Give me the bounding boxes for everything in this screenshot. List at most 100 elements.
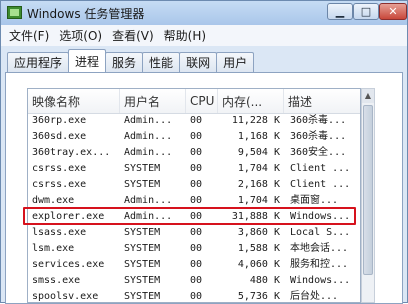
process-name: smss.exe — [32, 275, 81, 286]
tab-strip: 应用程序 进程 服务 性能 联网 用户 — [7, 49, 255, 72]
process-rows: 360rp.exe Admin... 00 11,228 K 360杀毒... … — [28, 113, 360, 302]
menu-view[interactable]: 查看(V) — [112, 27, 154, 44]
menu-options[interactable]: 选项(O) — [59, 27, 102, 44]
process-user: Admin... — [124, 131, 173, 142]
process-description: 桌面窗... — [290, 195, 339, 206]
process-name: lsm.exe — [32, 243, 75, 254]
process-row-explorer[interactable]: explorer.exe Admin... 00 31,888 K Window… — [28, 209, 360, 225]
process-memory: 1,168 K — [237, 131, 280, 142]
column-header-image-name[interactable]: 映像名称 — [28, 89, 120, 113]
process-name: csrss.exe — [32, 179, 87, 190]
process-description: Local S... — [290, 227, 351, 238]
process-cpu: 00 — [190, 115, 203, 126]
window-title: Windows 任务管理器 — [27, 7, 145, 21]
process-user: Admin... — [124, 211, 173, 222]
column-header-memory[interactable]: 内存(... — [218, 89, 284, 113]
process-row[interactable]: dwm.exe Admin... 00 1,704 K 桌面窗... — [28, 193, 360, 209]
process-description: 本地会话... — [290, 243, 349, 254]
process-cpu: 00 — [190, 243, 203, 254]
menu-file[interactable]: 文件(F) — [9, 27, 49, 44]
process-memory: 11,228 K — [231, 115, 280, 126]
process-user: SYSTEM — [124, 243, 161, 254]
process-name: explorer.exe — [32, 211, 105, 222]
process-description: 后台处... — [290, 291, 339, 302]
list-header: 映像名称 用户名 CPU 内存(... 描述 — [28, 89, 360, 114]
process-description: 360安全... — [290, 147, 347, 158]
process-description: Client ... — [290, 179, 351, 190]
minimize-button[interactable]: ▁ — [327, 3, 353, 20]
tab-services[interactable]: 服务 — [105, 52, 144, 72]
tab-users[interactable]: 用户 — [216, 52, 255, 72]
tab-performance[interactable]: 性能 — [142, 52, 181, 72]
column-header-user-name[interactable]: 用户名 — [120, 89, 186, 113]
process-user: SYSTEM — [124, 163, 161, 174]
process-cpu: 00 — [190, 179, 203, 190]
process-list: 映像名称 用户名 CPU 内存(... 描述 360rp.exe Admin..… — [27, 88, 361, 303]
process-row[interactable]: 360sd.exe Admin... 00 1,168 K 360杀毒... — [28, 129, 360, 145]
process-name: dwm.exe — [32, 195, 75, 206]
menu-help[interactable]: 帮助(H) — [164, 27, 206, 44]
process-memory: 2,168 K — [237, 179, 280, 190]
process-row[interactable]: spoolsv.exe SYSTEM 00 5,736 K 后台处... — [28, 289, 360, 302]
process-description: 服务和控... — [290, 259, 349, 270]
column-header-cpu[interactable]: CPU — [186, 89, 218, 113]
process-memory: 5,736 K — [237, 291, 280, 302]
process-row[interactable]: lsass.exe SYSTEM 00 3,860 K Local S... — [28, 225, 360, 241]
process-memory: 3,860 K — [237, 227, 280, 238]
maximize-button[interactable]: □ — [353, 3, 379, 20]
process-description: Client ... — [290, 163, 351, 174]
process-name: lsass.exe — [32, 227, 87, 238]
tab-applications[interactable]: 应用程序 — [7, 52, 70, 72]
tab-processes[interactable]: 进程 — [68, 49, 107, 72]
process-row[interactable]: lsm.exe SYSTEM 00 1,588 K 本地会话... — [28, 241, 360, 257]
process-memory: 31,888 K — [231, 211, 280, 222]
process-row[interactable]: smss.exe SYSTEM 00 480 K Windows... — [28, 273, 360, 289]
process-name: 360sd.exe — [32, 131, 87, 142]
process-cpu: 00 — [190, 131, 203, 142]
process-cpu: 00 — [190, 259, 203, 270]
process-name: 360tray.ex... — [32, 147, 111, 158]
title-bar[interactable]: Windows 任务管理器 ▁ □ ✕ — [1, 1, 407, 25]
process-memory: 4,060 K — [237, 259, 280, 270]
process-user: Admin... — [124, 195, 173, 206]
process-user: SYSTEM — [124, 275, 161, 286]
process-row[interactable]: csrss.exe SYSTEM 00 2,168 K Client ... — [28, 177, 360, 193]
process-row[interactable]: services.exe SYSTEM 00 4,060 K 服务和控... — [28, 257, 360, 273]
process-description: 360杀毒... — [290, 115, 347, 126]
scroll-thumb[interactable] — [363, 105, 373, 275]
process-cpu: 00 — [190, 291, 203, 302]
process-name: 360rp.exe — [32, 115, 87, 126]
task-manager-icon — [7, 6, 22, 19]
process-user: SYSTEM — [124, 259, 161, 270]
process-row[interactable]: 360tray.ex... Admin... 00 9,504 K 360安全.… — [28, 145, 360, 161]
process-cpu: 00 — [190, 147, 203, 158]
process-description: Windows... — [290, 211, 351, 222]
process-name: csrss.exe — [32, 163, 87, 174]
process-memory: 1,588 K — [237, 243, 280, 254]
process-cpu: 00 — [190, 275, 203, 286]
process-memory: 1,704 K — [237, 195, 280, 206]
column-header-description[interactable]: 描述 — [284, 89, 360, 113]
process-cpu: 00 — [190, 211, 203, 222]
vertical-scrollbar[interactable]: ▲ — [361, 88, 375, 303]
process-memory: 9,504 K — [237, 147, 280, 158]
process-user: SYSTEM — [124, 227, 161, 238]
process-user: Admin... — [124, 115, 173, 126]
scroll-up-arrow-icon[interactable]: ▲ — [362, 89, 374, 103]
process-name: spoolsv.exe — [32, 291, 99, 302]
process-row[interactable]: csrss.exe SYSTEM 00 1,704 K Client ... — [28, 161, 360, 177]
tab-networking[interactable]: 联网 — [179, 52, 218, 72]
process-user: SYSTEM — [124, 179, 161, 190]
menu-bar: 文件(F) 选项(O) 查看(V) 帮助(H) — [1, 25, 407, 46]
process-cpu: 00 — [190, 195, 203, 206]
process-cpu: 00 — [190, 227, 203, 238]
close-button[interactable]: ✕ — [379, 3, 407, 20]
process-description: 360杀毒... — [290, 131, 347, 142]
process-description: Windows... — [290, 275, 351, 286]
process-name: services.exe — [32, 259, 105, 270]
process-memory: 1,704 K — [237, 163, 280, 174]
process-row[interactable]: 360rp.exe Admin... 00 11,228 K 360杀毒... — [28, 113, 360, 129]
process-user: Admin... — [124, 147, 173, 158]
process-cpu: 00 — [190, 163, 203, 174]
process-memory: 480 K — [249, 275, 280, 286]
